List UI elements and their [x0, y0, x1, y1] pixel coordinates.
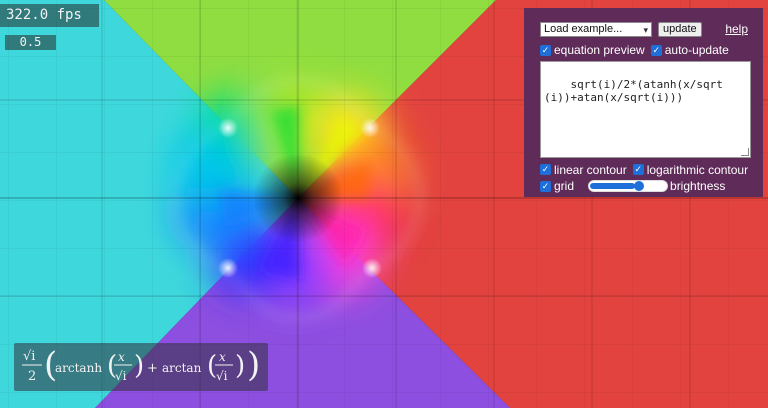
rendered-formula: √i 2 ( arctanh ( x √i ) + arctan ( x √i … — [22, 345, 260, 385]
equation-preview-checkbox[interactable]: ✓ — [540, 44, 551, 56]
brightness-slider[interactable] — [588, 180, 669, 192]
formula-arctanh: arctanh — [55, 361, 102, 375]
resize-grip-icon[interactable] — [741, 148, 749, 156]
grid-label: grid — [554, 179, 575, 193]
equation-preview-label: equation preview — [554, 43, 645, 57]
formula-x-2: x — [219, 350, 226, 364]
linear-contour-label: linear contour — [554, 162, 627, 177]
grid-checkbox[interactable]: ✓ — [540, 180, 551, 192]
auto-update-label: auto-update — [664, 43, 729, 57]
formula-arctan: arctan — [162, 361, 202, 375]
linear-contour-checkbox[interactable]: ✓ — [540, 164, 551, 175]
logarithmic-contour-label: logarithmic contour — [646, 162, 749, 177]
panel-toolbar: Load example... ▾ update help — [540, 20, 754, 38]
control-panel: Load example... ▾ update help ✓ equation… — [524, 8, 763, 197]
formula-two: 2 — [28, 369, 36, 384]
brightness-slider-fill — [590, 183, 636, 189]
value-readout: 0.5 — [5, 35, 56, 50]
equation-preview: √i 2 ( arctanh ( x √i ) + arctan ( x √i … — [14, 343, 268, 391]
update-button[interactable]: update — [658, 21, 702, 37]
fps-counter: 322.0 fps — [0, 4, 99, 27]
help-link[interactable]: help — [725, 22, 748, 36]
svg-text:): ) — [235, 351, 245, 381]
formula-plus: + — [147, 361, 158, 376]
preview-options: ✓ equation preview ✓ auto-update — [540, 42, 754, 58]
grid-brightness-options: ✓ grid brightness — [540, 178, 754, 194]
equation-input-text: sqrt(i)/2*(atanh(x/sqrt(i))+atan(x/sqrt(… — [544, 78, 723, 104]
contour-options: ✓ linear contour ✓ logarithmic contour — [540, 162, 754, 177]
example-select[interactable]: Load example... ▾ — [540, 21, 652, 37]
chevron-down-icon: ▾ — [643, 24, 648, 35]
auto-update-checkbox[interactable]: ✓ — [650, 44, 662, 56]
brightness-slider-knob[interactable] — [634, 181, 645, 191]
brightness-label: brightness — [670, 179, 726, 193]
formula-sqrt-i-2: √i — [115, 369, 127, 383]
svg-text:): ) — [247, 345, 260, 385]
example-select-value: Load example... — [544, 22, 623, 35]
formula-sqrt-i-3: √i — [216, 369, 228, 383]
formula-sqrt-i: √i — [23, 349, 35, 364]
svg-text:): ) — [134, 351, 144, 381]
formula-x-1: x — [118, 350, 125, 364]
logarithmic-contour-checkbox[interactable]: ✓ — [632, 164, 644, 175]
equation-input[interactable]: sqrt(i)/2*(atanh(x/sqrt(i))+atan(x/sqrt(… — [540, 61, 751, 158]
